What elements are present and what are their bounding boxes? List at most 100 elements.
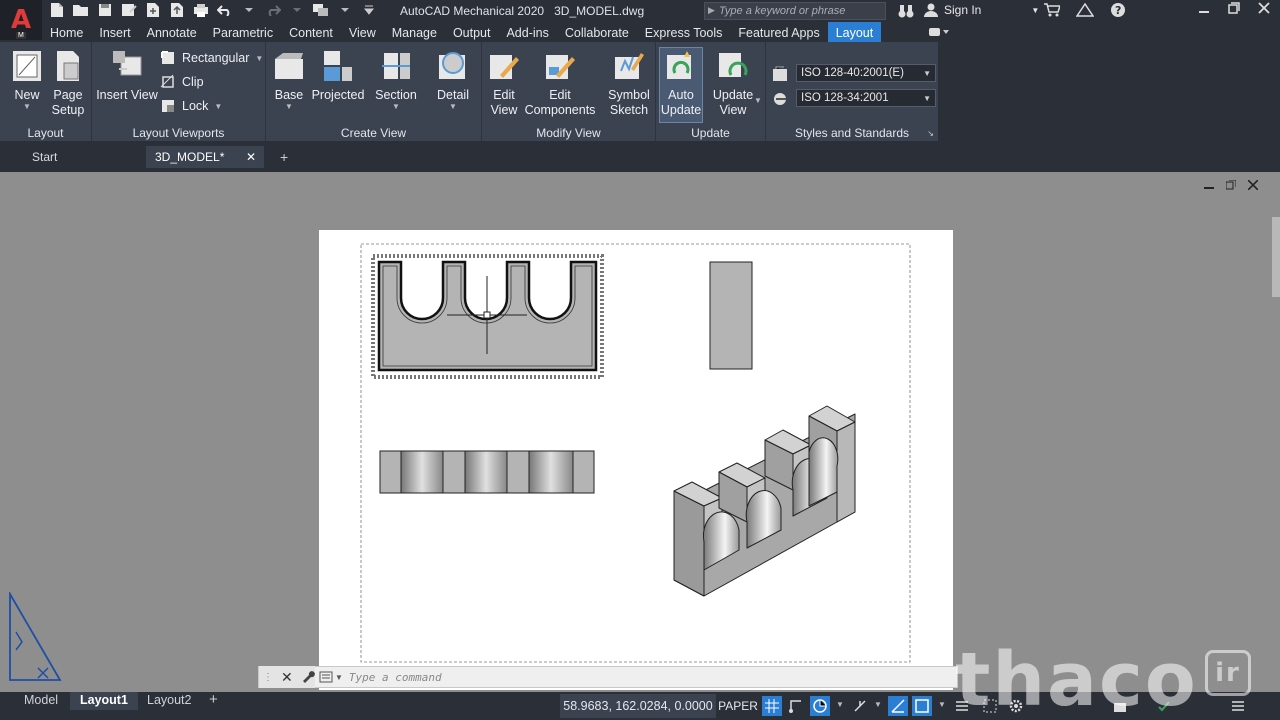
drawing-tab[interactable]: 3D_MODEL* ✕ — [146, 146, 264, 168]
command-input[interactable]: Type a command — [343, 671, 442, 684]
sign-in-button[interactable]: Sign In ▼ — [924, 3, 1039, 17]
model-tab[interactable]: Model — [14, 692, 68, 710]
isodraft-icon[interactable] — [888, 696, 908, 716]
redo-dropdown-icon[interactable] — [288, 2, 306, 18]
viewport-minimize-icon[interactable] — [1204, 180, 1214, 193]
minimize-icon[interactable] — [1198, 2, 1210, 17]
add-layout-icon[interactable]: + — [209, 691, 218, 708]
command-line[interactable]: ⋮ ✕ ▼ Type a command — [258, 666, 958, 688]
edit-view-button[interactable]: Edit View — [486, 48, 522, 118]
update-view-button[interactable]: Update View — [710, 48, 756, 118]
lineweight-icon[interactable] — [952, 696, 972, 716]
line-standard-value: ISO 128-34:2001 — [801, 92, 889, 104]
ribbon-tab-view[interactable]: View — [341, 22, 384, 42]
paper-space-toggle[interactable]: PAPER — [716, 694, 760, 718]
help-icon[interactable]: ? — [1110, 2, 1126, 21]
settings-gear-icon[interactable] — [1006, 696, 1026, 716]
insert-view-button[interactable]: Insert View — [96, 48, 158, 103]
wrench-icon[interactable] — [301, 669, 315, 686]
ribbon-tab-layout[interactable]: Layout — [827, 22, 882, 42]
section-view-button[interactable]: Section ▼ — [372, 48, 420, 111]
line-standard-select[interactable]: ISO 128-34:2001 ▼ — [796, 89, 936, 107]
dynamic-input-icon[interactable] — [810, 696, 830, 716]
new-tab-icon[interactable]: + — [280, 149, 288, 165]
page-setup-button[interactable]: Page Setup — [48, 48, 88, 118]
save-icon[interactable] — [96, 2, 114, 18]
ribbon-tab-featured-apps[interactable]: Featured Apps — [730, 22, 827, 42]
layout2-tab[interactable]: Layout2 — [137, 692, 201, 710]
binoculars-icon[interactable] — [898, 3, 914, 22]
ribbon-tab-add-ins[interactable]: Add-ins — [498, 22, 556, 42]
new-file-icon[interactable] — [48, 2, 66, 18]
save-web-icon[interactable] — [168, 2, 186, 18]
ribbon-options-icon[interactable] — [928, 26, 950, 41]
base-view-button[interactable]: Base ▼ — [272, 48, 306, 111]
top-view[interactable] — [379, 450, 595, 494]
start-tab[interactable]: Start — [0, 146, 146, 168]
undo-dropdown-icon[interactable] — [240, 2, 258, 18]
command-grip-icon[interactable]: ⋮ — [263, 672, 273, 683]
application-menu-button[interactable]: A M — [0, 0, 42, 40]
customize-statusbar-icon[interactable] — [1228, 696, 1248, 716]
detail-view-button[interactable]: Detail ▼ — [432, 48, 474, 111]
close-tab-icon[interactable]: ✕ — [246, 146, 256, 168]
cart-icon[interactable] — [1044, 3, 1062, 20]
chevron-down-icon[interactable]: ▼ — [754, 96, 762, 105]
vertical-scrollbar[interactable] — [1272, 217, 1280, 297]
isometric-view[interactable] — [673, 405, 856, 597]
new-layout-button[interactable]: New ▼ — [8, 48, 46, 111]
undo-icon[interactable] — [216, 2, 234, 18]
chevron-down-icon[interactable]: ▼ — [938, 700, 946, 709]
drafting-standard-select[interactable]: ISO 128-40:2001(E) ▼ — [796, 64, 936, 82]
selection-cycling-icon[interactable] — [980, 696, 1000, 716]
layout1-tab[interactable]: Layout1 — [70, 692, 138, 710]
grid-icon[interactable] — [762, 696, 782, 716]
open-web-icon[interactable] — [144, 2, 162, 18]
side-view[interactable] — [709, 261, 753, 370]
command-close-icon[interactable]: ✕ — [281, 669, 293, 686]
drawing-canvas[interactable] — [0, 172, 1280, 692]
restore-icon[interactable] — [1228, 2, 1240, 17]
ortho-icon[interactable] — [850, 696, 870, 716]
redo-icon[interactable] — [264, 2, 282, 18]
chevron-down-icon[interactable]: ▼ — [836, 700, 844, 709]
ribbon-tab-manage[interactable]: Manage — [384, 22, 445, 42]
open-file-icon[interactable] — [72, 2, 90, 18]
workspace-dropdown-icon[interactable] — [336, 2, 354, 18]
base-view[interactable] — [371, 254, 604, 379]
ribbon-tab-annotate[interactable]: Annotate — [139, 22, 205, 42]
save-as-icon[interactable] — [120, 2, 138, 18]
ribbon-tab-insert[interactable]: Insert — [91, 22, 138, 42]
snap-icon[interactable] — [786, 696, 806, 716]
a360-icon[interactable] — [1075, 2, 1095, 20]
command-history-icon[interactable]: ▼ — [319, 671, 343, 683]
isolate-objects-icon[interactable] — [1110, 696, 1130, 716]
ribbon-tab-output[interactable]: Output — [445, 22, 499, 42]
viewport-close-icon[interactable] — [1247, 179, 1259, 193]
ribbon-tab-express-tools[interactable]: Express Tools — [637, 22, 731, 42]
ribbon-tab-parametric[interactable]: Parametric — [205, 22, 281, 42]
document-tab-bar: Start 3D_MODEL* ✕ + — [0, 146, 1280, 168]
lock-button[interactable]: Lock ▼ — [160, 98, 222, 114]
edit-components-button[interactable]: Edit Components — [524, 48, 596, 118]
rectangular-button[interactable]: Rectangular ▼ — [160, 50, 263, 66]
customize-qat-icon[interactable] — [360, 2, 378, 18]
symbol-sketch-button[interactable]: Symbol Sketch — [606, 48, 652, 118]
coordinates-display[interactable]: 58.9683, 162.0284, 0.0000 — [560, 694, 716, 718]
hardware-acceleration-icon[interactable] — [1154, 696, 1174, 716]
chevron-down-icon[interactable]: ▼ — [874, 700, 882, 709]
projected-view-button[interactable]: Projected — [310, 48, 366, 103]
auto-update-button[interactable]: Auto Update — [659, 47, 703, 123]
ribbon-tab-home[interactable]: Home — [42, 22, 91, 42]
clip-button[interactable]: Clip — [160, 74, 204, 90]
close-icon[interactable] — [1258, 2, 1270, 17]
dialog-launcher-icon[interactable]: ↘ — [927, 129, 934, 138]
ribbon-tab-collaborate[interactable]: Collaborate — [557, 22, 637, 42]
search-input[interactable]: ▶ Type a keyword or phrase — [704, 2, 886, 20]
workspace-icon[interactable] — [312, 2, 330, 18]
plot-icon[interactable] — [192, 2, 210, 18]
ribbon-tab-content[interactable]: Content — [281, 22, 341, 42]
object-snap-icon[interactable] — [912, 696, 932, 716]
search-expand-icon[interactable]: ▶ — [708, 5, 715, 16]
viewport-restore-icon[interactable] — [1225, 179, 1237, 193]
